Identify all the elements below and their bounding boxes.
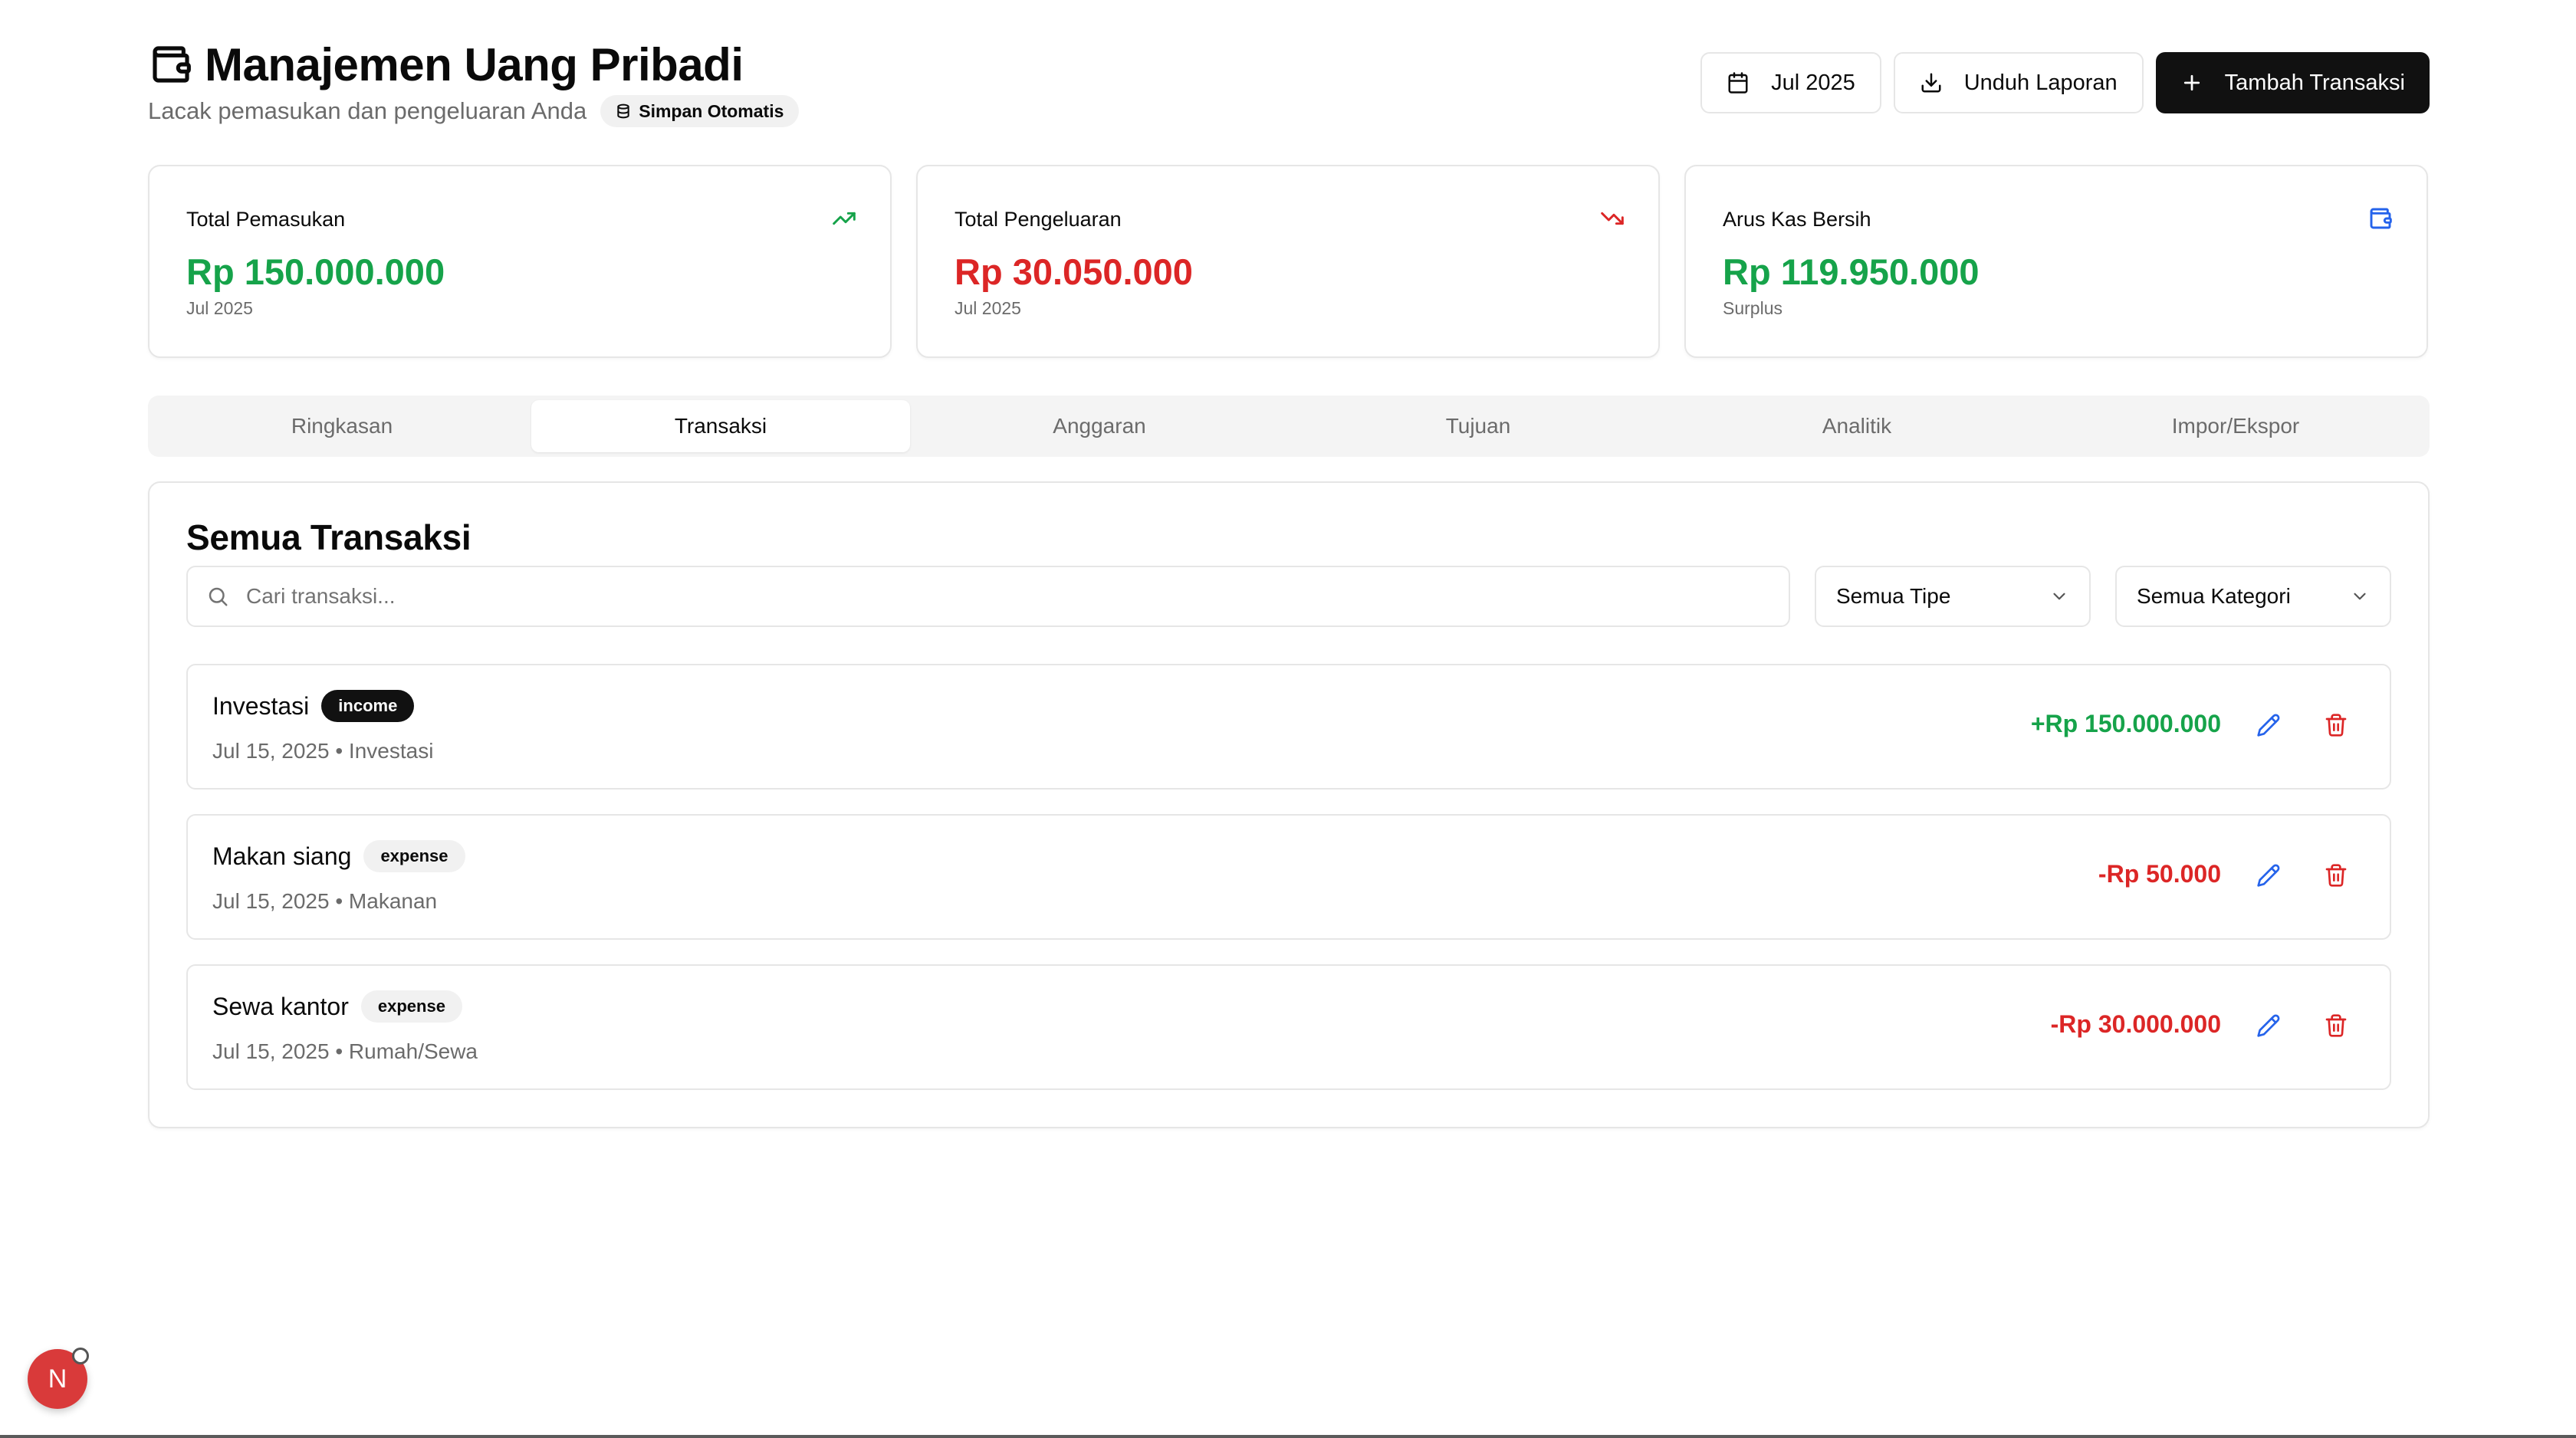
transaction-amount: -Rp 30.000.000 xyxy=(2050,1010,2221,1038)
transaction-name-row: Investasi income xyxy=(212,690,415,722)
download-icon xyxy=(1921,73,1941,93)
download-report-button[interactable]: Unduh Laporan xyxy=(1893,52,2144,113)
trash-icon[interactable] xyxy=(2319,859,2353,892)
status-dot xyxy=(72,1348,89,1364)
header-actions: Jul 2025 Unduh Laporan Tambah Transaksi xyxy=(1700,52,2430,113)
stat-card-expense: Total Pengeluaran Rp 30.050.000 Jul 2025 xyxy=(916,165,1660,358)
plus-icon xyxy=(2183,74,2200,91)
chevron-down-icon xyxy=(2053,593,2065,600)
calendar-icon xyxy=(1728,72,1748,94)
autosave-badge: Simpan Otomatis xyxy=(600,95,800,127)
chevron-down-icon xyxy=(2354,593,2366,600)
page-title: Manajemen Uang Pribadi xyxy=(205,38,744,90)
autosave-label: Simpan Otomatis xyxy=(639,100,784,121)
page-header: Manajemen Uang Pribadi Lacak pemasukan d… xyxy=(148,38,2430,130)
month-picker-button[interactable]: Jul 2025 xyxy=(1700,52,1881,113)
stat-sub: Jul 2025 xyxy=(955,298,1021,318)
tab-analitik[interactable]: Analitik xyxy=(1668,400,2046,452)
wallet-icon xyxy=(148,41,194,87)
add-transaction-label: Tambah Transaksi xyxy=(2224,70,2405,95)
transaction-list: Investasi income Jul 15, 2025 • Investas… xyxy=(186,664,2391,1115)
trash-icon[interactable] xyxy=(2319,1009,2353,1042)
search-box xyxy=(186,566,1790,627)
transaction-type-badge: income xyxy=(321,690,415,722)
stat-sub: Surplus xyxy=(1723,298,1783,318)
wallet-icon xyxy=(2368,206,2393,235)
stat-card-income: Total Pemasukan Rp 150.000.000 Jul 2025 xyxy=(148,165,892,358)
title-row: Manajemen Uang Pribadi xyxy=(148,38,744,90)
stats-row: Total Pemasukan Rp 150.000.000 Jul 2025 … xyxy=(148,165,2430,358)
type-filter-value: Semua Tipe xyxy=(1836,584,1951,608)
transaction-amount: -Rp 50.000 xyxy=(2098,860,2221,888)
transaction-row: Investasi income Jul 15, 2025 • Investas… xyxy=(186,664,2391,790)
page-subtitle: Lacak pemasukan dan pengeluaran Anda xyxy=(148,97,587,124)
stat-value: Rp 119.950.000 xyxy=(1723,251,1980,292)
tab-tujuan[interactable]: Tujuan xyxy=(1289,400,1668,452)
trending-down-icon xyxy=(1600,206,1625,235)
edit-icon[interactable] xyxy=(2252,1009,2285,1042)
transactions-panel: Semua Transaksi Semua Tipe Semua Kategor… xyxy=(148,481,2430,1128)
dev-tools-avatar-button[interactable]: N xyxy=(28,1348,89,1409)
stat-value: Rp 150.000.000 xyxy=(186,251,445,292)
stat-label: Total Pengeluaran xyxy=(955,208,1122,231)
transaction-name-row: Sewa kantor expense xyxy=(212,990,462,1023)
tab-transaksi[interactable]: Transaksi xyxy=(531,400,910,452)
edit-icon[interactable] xyxy=(2252,708,2285,742)
transaction-name: Sewa kantor xyxy=(212,992,349,1020)
subtitle-row: Lacak pemasukan dan pengeluaran Anda Sim… xyxy=(148,95,800,127)
transaction-name: Investasi xyxy=(212,691,310,720)
tab-impor-ekspor[interactable]: Impor/Ekspor xyxy=(2046,400,2425,452)
category-filter-value: Semua Kategori xyxy=(2137,584,2291,608)
trash-icon[interactable] xyxy=(2319,708,2353,742)
category-filter-select[interactable]: Semua Kategori xyxy=(2115,566,2391,627)
tab-bar: Ringkasan Transaksi Anggaran Tujuan Anal… xyxy=(148,396,2430,457)
stat-card-net-cashflow: Arus Kas Bersih Rp 119.950.000 Surplus xyxy=(1684,165,2428,358)
transaction-amount: +Rp 150.000.000 xyxy=(2030,710,2221,737)
transaction-name-row: Makan siang expense xyxy=(212,840,465,872)
edit-icon[interactable] xyxy=(2252,859,2285,892)
month-label: Jul 2025 xyxy=(1771,70,1855,95)
transaction-meta: Jul 15, 2025 • Investasi xyxy=(212,739,434,763)
panel-title: Semua Transaksi xyxy=(186,517,472,557)
search-input[interactable] xyxy=(246,584,1703,609)
trending-up-icon xyxy=(832,206,856,235)
search-icon xyxy=(209,587,228,606)
stat-label: Total Pemasukan xyxy=(186,208,346,231)
window-bottom-border xyxy=(0,1435,2576,1438)
avatar-letter: N xyxy=(48,1364,67,1394)
stat-label: Arus Kas Bersih xyxy=(1723,208,1871,231)
stat-value: Rp 30.050.000 xyxy=(955,251,1193,292)
stat-sub: Jul 2025 xyxy=(186,298,253,318)
transaction-name: Makan siang xyxy=(212,842,352,870)
download-label: Unduh Laporan xyxy=(1963,70,2118,95)
transaction-meta: Jul 15, 2025 • Rumah/Sewa xyxy=(212,1039,478,1063)
transaction-meta: Jul 15, 2025 • Makanan xyxy=(212,889,438,913)
transaction-type-badge: expense xyxy=(363,840,465,872)
transaction-row: Sewa kantor expense Jul 15, 2025 • Rumah… xyxy=(186,964,2391,1090)
transaction-row: Makan siang expense Jul 15, 2025 • Makan… xyxy=(186,814,2391,940)
database-icon xyxy=(617,103,629,119)
type-filter-select[interactable]: Semua Tipe xyxy=(1815,566,2091,627)
add-transaction-button[interactable]: Tambah Transaksi xyxy=(2155,52,2430,113)
transaction-type-badge: expense xyxy=(360,990,462,1023)
tab-anggaran[interactable]: Anggaran xyxy=(910,400,1289,452)
tab-ringkasan[interactable]: Ringkasan xyxy=(153,400,531,452)
